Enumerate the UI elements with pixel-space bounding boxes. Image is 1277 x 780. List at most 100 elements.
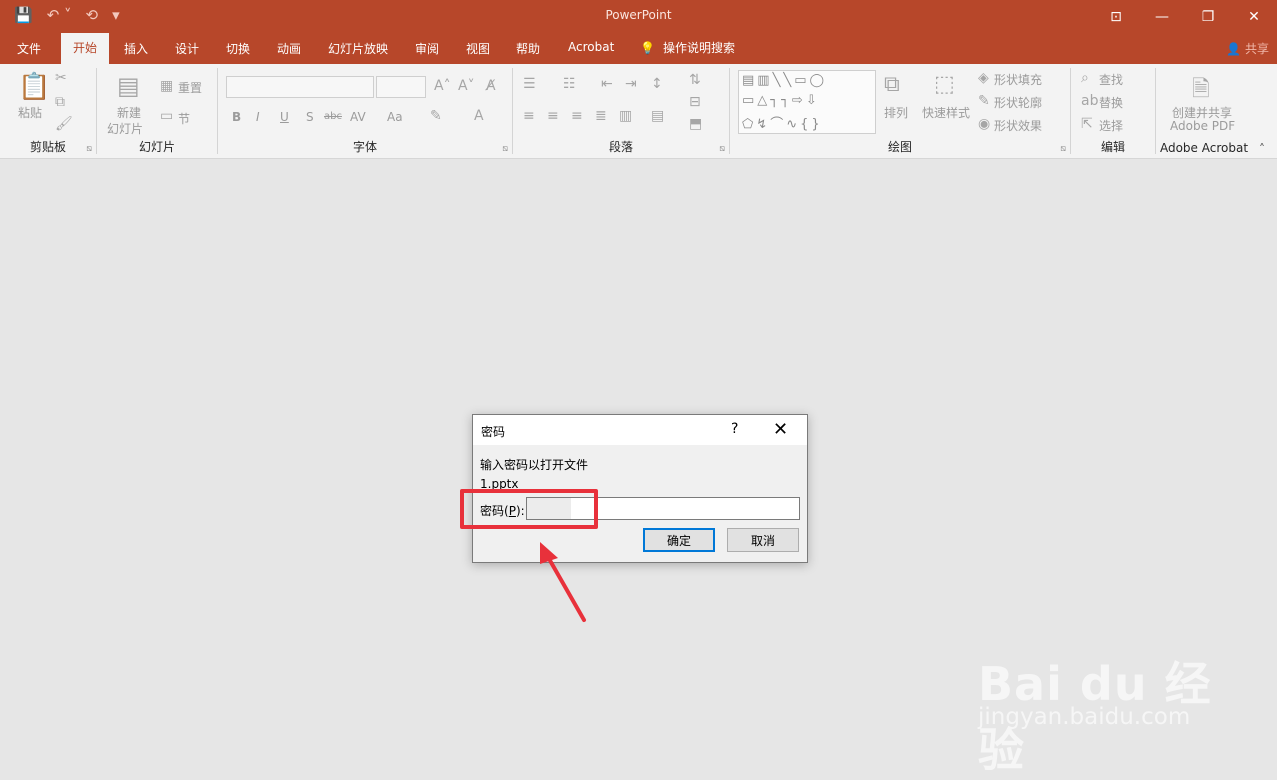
- tab-animations[interactable]: 动画: [277, 40, 301, 57]
- paste-icon[interactable]: 📋: [18, 72, 50, 102]
- align-center-icon[interactable]: ≡: [547, 108, 559, 124]
- italic-button[interactable]: I: [256, 110, 260, 124]
- reset-label[interactable]: 重置: [178, 79, 202, 96]
- smartart-icon[interactable]: ⬒: [689, 116, 702, 132]
- underline-button[interactable]: U: [280, 110, 289, 124]
- lightbulb-icon: 💡: [640, 40, 655, 55]
- paste-label[interactable]: 粘贴: [18, 104, 42, 121]
- group-font: A˄ A˅ A̸ B I U S abc AV Aa ✎ A 字体 ⧅: [218, 64, 512, 158]
- justify-icon[interactable]: ≣: [595, 108, 607, 124]
- close-dialog-button[interactable]: ✕: [773, 419, 788, 440]
- replace-label[interactable]: 替换: [1099, 94, 1123, 111]
- close-window-icon[interactable]: ✕: [1231, 0, 1277, 33]
- shape-outline-icon[interactable]: ✎: [978, 93, 990, 109]
- bold-button[interactable]: B: [232, 110, 241, 124]
- copy-icon[interactable]: ⧉: [55, 94, 65, 110]
- group-label: 绘图: [887, 140, 912, 154]
- tab-home[interactable]: 开始: [61, 33, 110, 64]
- columns-icon[interactable]: ▤: [651, 108, 664, 124]
- dialog-titlebar: 密码 ? ✕: [473, 415, 807, 445]
- new-slide-label-1[interactable]: 新建: [117, 104, 141, 121]
- dialog-launcher-icon[interactable]: ⧅: [86, 144, 92, 154]
- quick-styles-icon[interactable]: ⬚: [934, 72, 955, 97]
- restore-icon[interactable]: ❐: [1185, 0, 1231, 33]
- share-button[interactable]: 👤 共享: [1226, 40, 1269, 57]
- tab-slideshow[interactable]: 幻灯片放映: [328, 40, 388, 57]
- text-direction-icon[interactable]: ⇅: [689, 72, 701, 88]
- group-label: 段落: [608, 140, 633, 154]
- shape-fill-label[interactable]: 形状填充: [994, 71, 1042, 88]
- section-icon[interactable]: ▭: [160, 108, 173, 124]
- new-slide-icon[interactable]: ▤: [117, 72, 140, 100]
- group-paragraph: ☰ ☷ ⇤ ⇥ ↕ ⇅ ⊟ ≡ ≡ ≡ ≣ ▥ ▤ ⬒ 段落 ⧅: [513, 64, 729, 158]
- grow-font-icon[interactable]: A˄: [434, 78, 451, 94]
- dialog-launcher-icon[interactable]: ⧅: [1060, 144, 1066, 154]
- change-case-button[interactable]: Aa: [387, 110, 403, 124]
- tab-acrobat[interactable]: Acrobat: [568, 40, 614, 54]
- bullets-icon[interactable]: ☰: [523, 76, 536, 92]
- distribute-icon[interactable]: ▥: [619, 108, 632, 124]
- dialog-launcher-icon[interactable]: ⧅: [719, 144, 725, 154]
- shape-effects-icon[interactable]: ◉: [978, 116, 990, 132]
- help-button[interactable]: ?: [731, 421, 738, 437]
- annotation-highlight-box: [460, 489, 598, 529]
- char-spacing-button[interactable]: AV: [350, 110, 366, 124]
- section-label[interactable]: 节: [178, 110, 190, 127]
- shapes-row-3: ⬠↯⌒∿{}: [742, 117, 823, 132]
- tab-design[interactable]: 设计: [175, 40, 199, 57]
- watermark-url: jingyan.baidu.com: [978, 704, 1191, 730]
- format-painter-icon[interactable]: 🖌: [55, 116, 73, 132]
- collapse-ribbon-icon[interactable]: ˄: [1259, 142, 1265, 156]
- shrink-font-icon[interactable]: A˅: [458, 78, 475, 94]
- ribbon: 📋 粘贴 ✂ ⧉ 🖌 剪贴板 ⧅ ▤ 新建 幻灯片 ▦ 重置 ▭ 节 幻灯片 A…: [0, 64, 1277, 159]
- cancel-button[interactable]: 取消: [727, 528, 799, 552]
- select-icon[interactable]: ⇱: [1081, 116, 1093, 132]
- minimize-icon[interactable]: —: [1139, 0, 1185, 33]
- quick-styles-label[interactable]: 快速样式: [922, 104, 970, 121]
- clear-format-icon[interactable]: A̸: [486, 78, 496, 94]
- select-label[interactable]: 选择: [1099, 117, 1123, 134]
- find-icon[interactable]: ⌕: [1081, 70, 1089, 86]
- shape-fill-icon[interactable]: ◈: [978, 70, 989, 86]
- share-label: 共享: [1244, 42, 1269, 56]
- align-right-icon[interactable]: ≡: [571, 108, 583, 124]
- align-text-icon[interactable]: ⊟: [689, 94, 701, 110]
- shape-effects-label[interactable]: 形状效果: [994, 117, 1042, 134]
- font-size-select[interactable]: [376, 76, 426, 98]
- align-left-icon[interactable]: ≡: [523, 108, 535, 124]
- numbering-icon[interactable]: ☷: [563, 76, 576, 92]
- window-title: PowerPoint: [605, 8, 672, 22]
- cut-icon[interactable]: ✂: [55, 70, 67, 86]
- ribbon-display-icon[interactable]: ⊡: [1093, 0, 1139, 33]
- find-label[interactable]: 查找: [1099, 71, 1123, 88]
- new-slide-label-2[interactable]: 幻灯片: [107, 120, 143, 137]
- font-name-select[interactable]: [226, 76, 374, 98]
- arrange-icon[interactable]: ⧉: [884, 72, 900, 97]
- dialog-title: 密码: [481, 425, 506, 439]
- font-color-icon[interactable]: A: [474, 108, 484, 124]
- strikethrough-button[interactable]: abc: [324, 111, 342, 122]
- tell-me-label: 操作说明搜索: [662, 41, 735, 55]
- shadow-button[interactable]: S: [306, 110, 314, 124]
- tab-insert[interactable]: 插入: [124, 40, 148, 57]
- layout-icon[interactable]: ▦: [160, 78, 173, 94]
- increase-indent-icon[interactable]: ⇥: [625, 76, 637, 92]
- shapes-gallery[interactable]: ▤▥╲╲▭◯ ▭△┐┐⇨⇩ ⬠↯⌒∿{}: [738, 70, 876, 134]
- tab-file[interactable]: 文件: [17, 40, 41, 57]
- decrease-indent-icon[interactable]: ⇤: [601, 76, 613, 92]
- ok-button[interactable]: 确定: [643, 528, 715, 552]
- replace-icon[interactable]: ab: [1081, 93, 1098, 109]
- line-spacing-icon[interactable]: ↕: [651, 76, 663, 92]
- group-slides: ▤ 新建 幻灯片 ▦ 重置 ▭ 节 幻灯片: [97, 64, 217, 158]
- dialog-message: 输入密码以打开文件: [480, 458, 589, 472]
- tab-review[interactable]: 审阅: [415, 40, 439, 57]
- tab-view[interactable]: 视图: [466, 40, 490, 57]
- highlight-icon[interactable]: ✎: [430, 108, 442, 124]
- dialog-launcher-icon[interactable]: ⧅: [502, 144, 508, 154]
- create-pdf-label-2[interactable]: Adobe PDF: [1170, 119, 1235, 133]
- arrange-label[interactable]: 排列: [884, 104, 908, 121]
- tell-me-search[interactable]: 💡 操作说明搜索: [640, 39, 735, 56]
- tab-transitions[interactable]: 切换: [226, 40, 250, 57]
- shape-outline-label[interactable]: 形状轮廓: [994, 94, 1042, 111]
- tab-help[interactable]: 帮助: [516, 40, 540, 57]
